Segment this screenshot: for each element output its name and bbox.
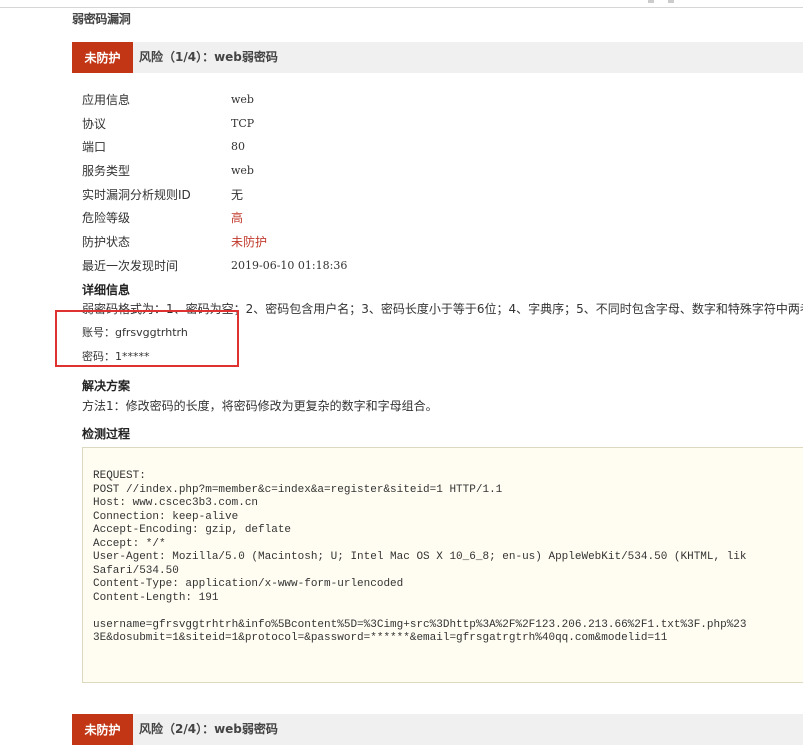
info-value: 80 [231, 140, 245, 153]
solution-heading: 解决方案 [82, 379, 131, 393]
info-value: 2019-06-10 01:18:36 [231, 259, 348, 272]
highlight-box [55, 310, 239, 367]
top-divider-mark [648, 0, 654, 3]
request-code-block: REQUEST: POST //index.php?m=member&c=ind… [82, 447, 803, 683]
risk-title: 风险（2/4）：web弱密码 [139, 722, 278, 736]
info-value: TCP [231, 117, 255, 130]
info-label: 最近一次发现时间 [82, 259, 179, 273]
status-badge: 未防护 [72, 714, 133, 745]
top-divider [0, 7, 803, 8]
info-label: 应用信息 [82, 93, 131, 107]
risk-header-1[interactable]: 未防护 风险（1/4）：web弱密码 [72, 42, 803, 73]
status-badge: 未防护 [72, 42, 133, 73]
info-label: 实时漏洞分析规则ID [82, 188, 191, 202]
info-label: 服务类型 [82, 164, 131, 178]
info-value: 高 [231, 211, 244, 225]
risk-title: 风险（1/4）：web弱密码 [139, 50, 278, 64]
section-title: 弱密码漏洞 [72, 12, 131, 26]
info-label: 危险等级 [82, 211, 131, 225]
risk-header-2[interactable]: 未防护 风险（2/4）：web弱密码 [72, 714, 803, 745]
request-text: REQUEST: POST //index.php?m=member&c=ind… [93, 470, 747, 644]
info-label: 防护状态 [82, 235, 131, 249]
process-heading: 检测过程 [82, 427, 131, 441]
solution-text: 方法1：修改密码的长度，将密码修改为更复杂的数字和字母组合。 [82, 399, 438, 413]
info-value: 未防护 [231, 235, 268, 249]
details-heading: 详细信息 [82, 283, 131, 297]
info-value: 无 [231, 188, 244, 202]
info-label: 协议 [82, 117, 107, 131]
info-value: web [231, 93, 254, 106]
info-label: 端口 [82, 140, 107, 154]
info-value: web [231, 164, 254, 177]
top-divider-mark [668, 0, 674, 3]
